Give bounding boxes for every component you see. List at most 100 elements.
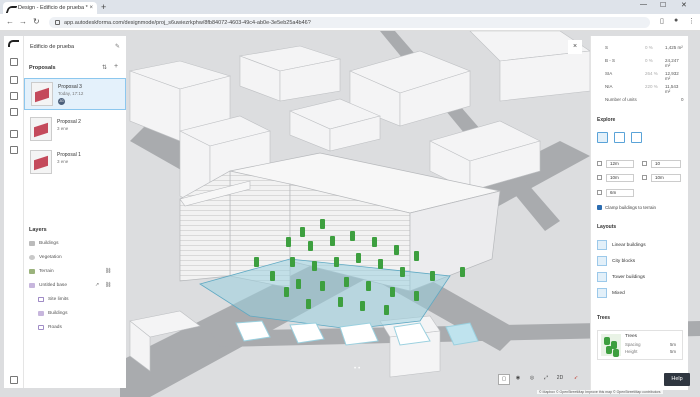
proposal-date: 3 ene — [57, 126, 69, 131]
explore-heading: Explore — [597, 117, 616, 123]
layout-tower-buildings[interactable]: Tower buildings — [597, 272, 645, 282]
clamp-checkbox[interactable] — [597, 205, 602, 210]
depth-icon — [597, 175, 602, 180]
explore-mode-icon[interactable] — [597, 132, 608, 143]
filter-icon[interactable]: ⇅ — [102, 64, 107, 71]
width-field[interactable]: 12m — [606, 160, 634, 168]
building-icon — [29, 241, 35, 246]
setback-field[interactable]: 6m — [606, 189, 634, 197]
layer-label: Buildings — [48, 311, 68, 316]
proposal-name: Proposal 1 — [57, 152, 81, 158]
library-icon[interactable] — [10, 76, 18, 84]
explore-mode-icon[interactable] — [631, 132, 642, 143]
minimize-icon[interactable]: — — [640, 1, 647, 8]
maximize-icon[interactable]: ☐ — [660, 1, 666, 9]
proposal-thumbnail — [31, 82, 53, 106]
tree-thumbnail — [601, 334, 621, 356]
layer-roads[interactable]: Roads — [38, 325, 62, 330]
layer-buildings[interactable]: Buildings — [29, 241, 58, 246]
layer-terrain[interactable]: Terrain — [29, 269, 54, 274]
project-title: Edificio de prueba — [30, 44, 75, 50]
trees-heading: Trees — [597, 315, 611, 321]
tab-title: Design - Edificio de prueba * — [18, 5, 88, 11]
table-icon[interactable] — [10, 130, 18, 138]
explore-mode-icon[interactable] — [614, 132, 625, 143]
proposal-name: Proposal 3 — [58, 84, 82, 90]
link-icon[interactable]: ⛓ — [105, 282, 111, 288]
select-tool-icon[interactable]: ▢ — [498, 374, 510, 385]
height-label: Height — [625, 349, 638, 354]
camera-icon[interactable]: ◎ — [526, 374, 538, 385]
tower-buildings-icon — [597, 272, 607, 282]
layer-site-limits[interactable]: Site limits — [38, 297, 69, 302]
link-icon[interactable]: ⛓ — [105, 268, 111, 274]
url-field[interactable]: app.autodeskforma.com/designmode/proj_s6… — [49, 17, 650, 28]
layout-mixed[interactable]: Mixed — [597, 288, 625, 298]
window-close-icon[interactable]: ✕ — [681, 1, 687, 9]
analysis-icon[interactable] — [10, 92, 18, 100]
tree-icon — [29, 255, 35, 260]
menu-icon[interactable] — [10, 58, 18, 66]
forma-logo-icon — [7, 5, 14, 12]
mixed-icon — [597, 288, 607, 298]
spacing-value: 5m — [670, 342, 676, 347]
carousel-dots: •• — [354, 366, 363, 372]
layer-vegetation[interactable]: Vegetation — [29, 255, 62, 260]
proposal-thumbnail — [30, 117, 52, 141]
height-value: 5m — [670, 349, 676, 354]
spacing-label: Spacing — [625, 342, 641, 347]
proposal-item[interactable]: Proposal 3 Today, 17:12 JG — [24, 78, 126, 110]
sidebar-icon[interactable]: ▯ — [660, 17, 664, 25]
map-attribution[interactable]: © Mapbox © OpenStreetMap Improve this ma… — [537, 390, 663, 394]
layer-untitled-base[interactable]: Untitled base — [29, 283, 67, 288]
add-proposal-button[interactable]: + — [114, 63, 118, 70]
url-text: app.autodeskforma.com/designmode/proj_s6… — [64, 19, 311, 26]
new-tab-button[interactable]: + — [101, 2, 106, 12]
view-icon[interactable]: ◉ — [512, 374, 524, 385]
site-info-icon[interactable] — [55, 20, 60, 25]
layer-label: Roads — [48, 325, 62, 330]
site-limits-icon — [38, 297, 44, 302]
layout-city-blocks[interactable]: City blocks — [597, 256, 635, 266]
trees-card[interactable]: Trees Spacing 5m Height 5m — [597, 330, 683, 360]
open-icon[interactable]: ↗ — [95, 282, 99, 288]
proposal-item[interactable]: Proposal 2 3 ene — [24, 114, 126, 146]
avatar: JG — [58, 98, 65, 105]
browser-tab[interactable]: Design - Edificio de prueba * × — [3, 2, 97, 14]
layers-icon[interactable] — [10, 108, 18, 116]
city-blocks-icon — [597, 256, 607, 266]
collapse-panel-icon[interactable] — [10, 376, 18, 384]
floors-icon — [642, 161, 647, 166]
tab-close-icon[interactable]: × — [89, 5, 93, 11]
proposals-panel: Edificio de prueba ✎ Proposals ⇅ + Propo… — [24, 36, 126, 388]
generator-panel: S 0 % 1,425 m² B - S 0 % 24,247 m² SIA 2… — [590, 36, 688, 390]
forma-logo-icon[interactable] — [8, 40, 19, 47]
floors-field[interactable]: 10 — [651, 160, 681, 168]
view-mode-toggle[interactable]: 2D — [554, 374, 566, 385]
road-icon — [38, 325, 44, 330]
building-icon — [38, 311, 44, 316]
clamp-label: Clamp buildings to terrain — [605, 205, 657, 210]
profile-icon[interactable]: ● — [674, 17, 678, 24]
layouts-heading: Layouts — [597, 224, 617, 230]
close-panel-button[interactable]: × — [568, 40, 582, 54]
layout-linear-buildings[interactable]: Linear buildings — [597, 240, 646, 250]
proposal-date: 3 ene — [57, 159, 69, 164]
marker-icon[interactable] — [10, 146, 18, 154]
fit-view-icon[interactable]: ⤢ — [540, 374, 552, 385]
forward-icon[interactable]: → — [19, 17, 27, 26]
depth-field[interactable]: 10m — [606, 174, 634, 182]
compass-icon[interactable]: ➶ — [570, 374, 582, 385]
reload-icon[interactable]: ↻ — [33, 17, 40, 26]
spacing-field[interactable]: 10m — [651, 174, 681, 182]
proposals-heading: Proposals — [29, 65, 56, 71]
width-icon — [597, 161, 602, 166]
menu-icon[interactable]: ⋮ — [688, 17, 695, 25]
back-icon[interactable]: ← — [6, 17, 14, 26]
edit-icon[interactable]: ✎ — [115, 43, 120, 50]
layer-label: Untitled base — [39, 283, 67, 288]
proposal-item[interactable]: Proposal 1 3 ene — [24, 147, 126, 179]
browser-tab-bar: Design - Edificio de prueba * × + — ☐ ✕ — [0, 0, 700, 14]
help-button[interactable]: Help — [664, 373, 690, 386]
layer-base-buildings[interactable]: Buildings — [38, 311, 67, 316]
